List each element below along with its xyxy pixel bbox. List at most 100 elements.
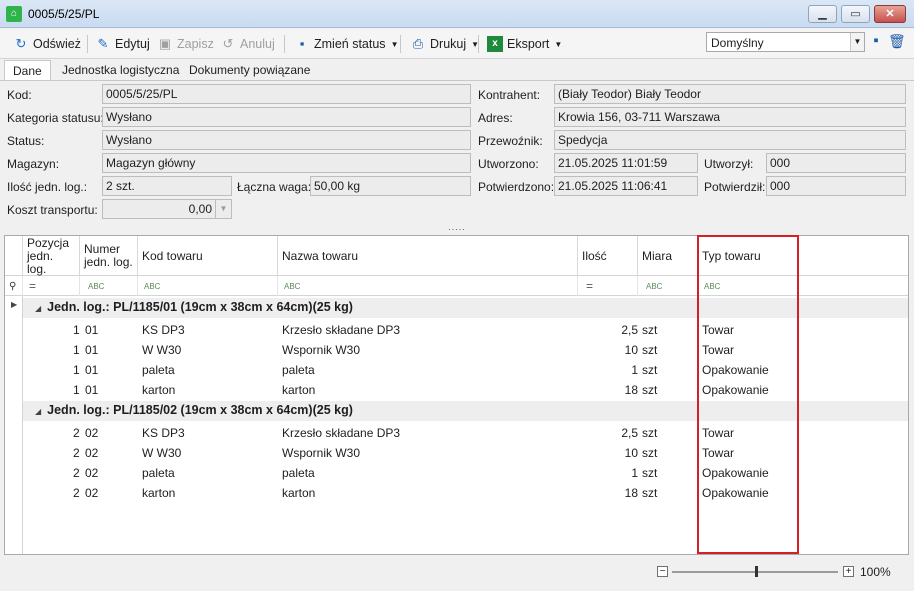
- kod-field[interactable]: 0005/5/25/PL: [102, 84, 471, 104]
- tab-jednostka-logistyczna[interactable]: Jednostka logistyczna: [54, 60, 187, 81]
- utworzono-field[interactable]: 21.05.2025 11:01:59: [554, 153, 698, 173]
- cell-numer: 01: [85, 383, 99, 397]
- layout-select-value: Domyślny: [711, 36, 764, 50]
- filter-kod[interactable]: ABC: [138, 276, 278, 296]
- col-pozycja[interactable]: Pozycja jedn. log.: [23, 236, 80, 276]
- status-field[interactable]: Wysłano: [102, 130, 471, 150]
- cell-numer: 02: [85, 466, 99, 480]
- table-row[interactable]: 1 01 karton karton 18 szt Opakowanie: [23, 380, 908, 400]
- cell-ilosc: 2,5: [621, 426, 638, 440]
- chevron-down-icon[interactable]: ▼: [850, 33, 864, 51]
- collapse-icon[interactable]: ◢: [35, 304, 41, 313]
- cell-ilosc: 10: [624, 343, 638, 357]
- cancel-button[interactable]: ↺ Anuluj: [217, 33, 278, 55]
- col-ilosc[interactable]: Ilość: [578, 236, 638, 276]
- cell-pozycja: 1: [73, 323, 80, 337]
- cell-typ: Towar: [702, 323, 735, 337]
- tab-dokumenty-powiazane[interactable]: Dokumenty powiązane: [181, 60, 318, 81]
- kontrahent-field[interactable]: (Biały Teodor) Biały Teodor: [554, 84, 906, 104]
- refresh-button[interactable]: ↻ Odśwież: [10, 33, 84, 55]
- tab-dane[interactable]: Dane: [4, 60, 51, 81]
- layout-select[interactable]: Domyślny ▼: [706, 32, 865, 52]
- printer-icon: ⎙: [412, 36, 424, 51]
- zoom-slider-thumb[interactable]: [755, 566, 758, 577]
- table-row[interactable]: 2 02 KS DP3 Krzesło składane DP3 2,5 szt…: [23, 423, 908, 443]
- col-typ-towaru[interactable]: Typ towaru: [698, 236, 798, 276]
- table-row[interactable]: 2 02 W W30 Wspornik W30 10 szt Towar: [23, 443, 908, 463]
- grid-header: Pozycja jedn. log. Numer jedn. log. Kod …: [5, 236, 908, 276]
- cell-pozycja: 2: [73, 426, 80, 440]
- cell-numer: 02: [85, 486, 99, 500]
- splitter-handle[interactable]: .....: [0, 223, 914, 234]
- maximize-button[interactable]: ▭: [841, 5, 870, 23]
- filter-ilosc[interactable]: =: [578, 276, 638, 296]
- group-row[interactable]: ◢ Jedn. log.: PL/1185/02 (19cm x 38cm x 6…: [23, 401, 908, 421]
- cancel-label: Anuluj: [240, 37, 275, 51]
- minimize-button[interactable]: ▁: [808, 5, 837, 23]
- cell-nazwa: paleta: [282, 363, 315, 377]
- toolbar-separator: [284, 35, 285, 53]
- koszt-label: Koszt transportu:: [7, 203, 98, 217]
- kontrahent-label: Kontrahent:: [478, 88, 541, 102]
- cell-nazwa: paleta: [282, 466, 315, 480]
- table-row[interactable]: 2 02 paleta paleta 1 szt Opakowanie: [23, 463, 908, 483]
- ilosc-jedn-label: Ilość jedn. log.:: [7, 180, 88, 194]
- cell-pozycja: 2: [73, 466, 80, 480]
- cell-nazwa: karton: [282, 486, 316, 500]
- koszt-field[interactable]: 0,00: [102, 199, 216, 219]
- utworzyl-field[interactable]: 000: [766, 153, 906, 173]
- zoom-out-button[interactable]: −: [657, 566, 668, 577]
- edit-icon: ✎: [97, 36, 109, 51]
- filter-typ[interactable]: ABC: [698, 276, 798, 296]
- edit-button[interactable]: ✎ Edytuj: [92, 33, 153, 55]
- ilosc-jedn-field[interactable]: 2 szt.: [102, 176, 232, 196]
- cell-numer: 01: [85, 323, 99, 337]
- collapse-icon[interactable]: ◢: [35, 407, 41, 416]
- chevron-down-icon[interactable]: ▼: [216, 199, 232, 219]
- kategoria-field[interactable]: Wysłano: [102, 107, 471, 127]
- potwierdzono-field[interactable]: 21.05.2025 11:06:41: [554, 176, 698, 196]
- table-row[interactable]: 2 02 karton karton 18 szt Opakowanie: [23, 483, 908, 503]
- adres-field[interactable]: Krowia 156, 03-711 Warszawa: [554, 107, 906, 127]
- delete-layout-icon[interactable]: 🗑: [888, 32, 906, 50]
- change-status-button[interactable]: ▪ Zmień status ▼: [291, 33, 401, 55]
- cell-miara: szt: [642, 343, 658, 357]
- col-nazwa-towaru[interactable]: Nazwa towaru: [278, 236, 578, 276]
- przewoznik-field[interactable]: Spedycja: [554, 130, 906, 150]
- close-button[interactable]: ✕: [874, 5, 906, 23]
- zoom-level: 100%: [860, 565, 891, 579]
- status-label: Status:: [7, 134, 45, 148]
- col-kod-towaru[interactable]: Kod towaru: [138, 236, 278, 276]
- filter-pozycja[interactable]: =: [23, 276, 80, 296]
- table-row[interactable]: 1 01 paleta paleta 1 szt Opakowanie: [23, 360, 908, 380]
- print-label: Drukuj: [430, 37, 467, 51]
- col-miara[interactable]: Miara: [638, 236, 698, 276]
- change-status-label: Zmień status: [314, 37, 386, 51]
- refresh-icon: ↻: [15, 36, 27, 51]
- table-row[interactable]: 1 01 KS DP3 Krzesło składane DP3 2,5 szt…: [23, 320, 908, 340]
- zoom-in-button[interactable]: +: [843, 566, 854, 577]
- export-button[interactable]: x Eksport ▼: [484, 33, 565, 55]
- cell-kod: paleta: [142, 363, 175, 377]
- magazyn-field[interactable]: Magazyn główny: [102, 153, 471, 173]
- waga-field[interactable]: 50,00 kg: [310, 176, 471, 196]
- save-button[interactable]: ▣ Zapisz: [154, 33, 217, 55]
- filter-nazwa[interactable]: ABC: [278, 276, 578, 296]
- save-layout-icon[interactable]: ▪: [868, 32, 884, 50]
- cell-ilosc: 1: [631, 466, 638, 480]
- print-button[interactable]: ⎙ Drukuj ▼: [407, 33, 482, 55]
- filter-miara[interactable]: ABC: [638, 276, 698, 296]
- cell-miara: szt: [642, 323, 658, 337]
- cell-ilosc: 10: [624, 446, 638, 460]
- save-label: Zapisz: [177, 37, 214, 51]
- chevron-down-icon: ▼: [390, 39, 399, 49]
- col-numer[interactable]: Numer jedn. log.: [80, 236, 138, 276]
- filter-icon[interactable]: ⚲: [5, 276, 23, 296]
- title-bar: ⌂ 0005/5/25/PL ▁ ▭ ✕: [0, 0, 914, 28]
- table-row[interactable]: 1 01 W W30 Wspornik W30 10 szt Towar: [23, 340, 908, 360]
- cell-nazwa: Krzesło składane DP3: [282, 426, 401, 440]
- toolbar-separator: [478, 35, 479, 53]
- group-row[interactable]: ◢ Jedn. log.: PL/1185/01 (19cm x 38cm x 6…: [23, 298, 908, 318]
- filter-numer[interactable]: ABC: [80, 276, 138, 296]
- potwierdzil-field[interactable]: 000: [766, 176, 906, 196]
